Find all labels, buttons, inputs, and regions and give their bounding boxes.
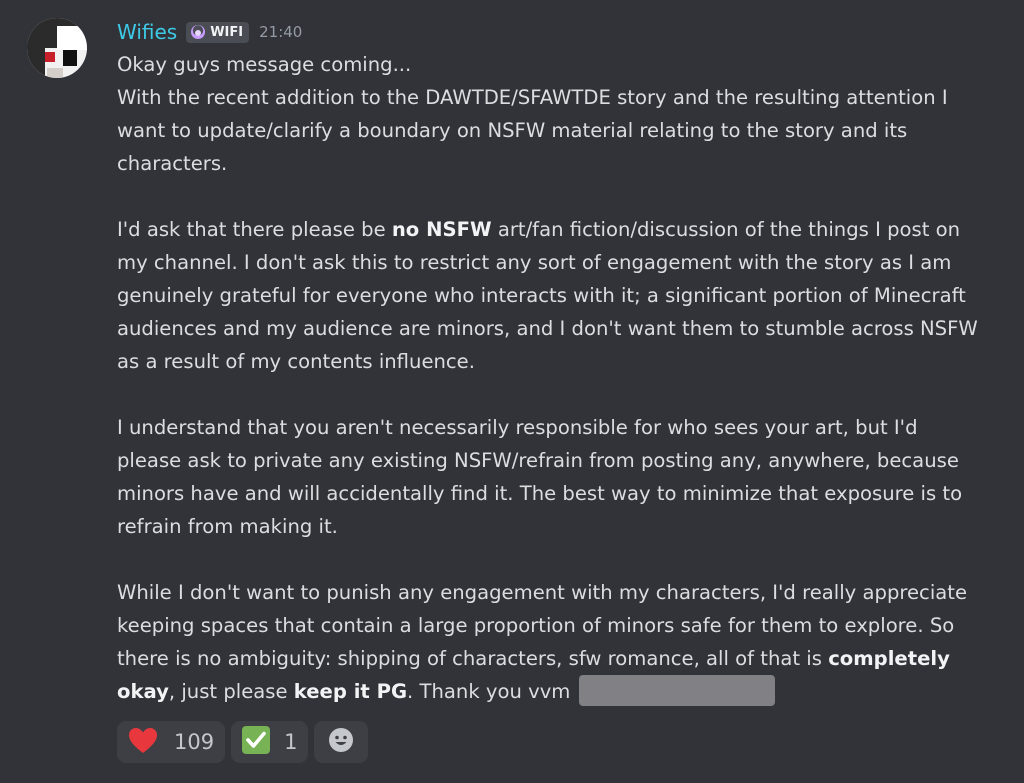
reaction-count: 109 (174, 730, 215, 754)
message-paragraph-4: While I don't want to punish any engagem… (117, 576, 987, 708)
reactions-bar: 109 1 (117, 721, 369, 763)
server-tag-label: WIFI (210, 24, 244, 40)
bold-text-keep-it-pg: keep it PG (293, 680, 408, 703)
message-paragraph-3: I understand that you aren't necessarily… (117, 416, 963, 538)
check-mark-icon (242, 726, 271, 758)
reaction-check-mark[interactable]: 1 (231, 721, 309, 763)
chat-message: Wifies WIFI 21:40 Okay guys message comi… (0, 0, 1024, 783)
avatar-eye-black (63, 50, 77, 66)
message-line-intro: Okay guys message coming... (117, 53, 412, 76)
message-timestamp[interactable]: 21:40 (259, 23, 302, 41)
moon-badge-icon (190, 24, 206, 40)
reaction-heart[interactable]: 109 (117, 721, 226, 763)
author-username[interactable]: Wifies (117, 20, 177, 44)
smiley-icon (328, 727, 354, 757)
avatar-eye-red (45, 52, 55, 62)
text-span: I'd ask that there please be (117, 218, 392, 241)
server-tag[interactable]: WIFI (186, 21, 250, 43)
heart-icon (128, 727, 158, 758)
avatar[interactable] (27, 18, 87, 78)
reaction-count: 1 (284, 730, 298, 754)
redacted-block (578, 675, 775, 706)
text-span: , just please (168, 680, 294, 703)
message-content: Okay guys message coming... With the rec… (117, 48, 987, 708)
bold-text-no-nsfw: no NSFW (391, 218, 492, 241)
avatar-hair-side (27, 42, 45, 78)
message-paragraph-1: With the recent addition to the DAWTDE/S… (117, 86, 948, 175)
message-header: Wifies WIFI 21:40 (117, 17, 302, 47)
text-span: art/fan fiction/discussion of the things… (117, 218, 978, 373)
text-span: . Thank you vvm (407, 680, 571, 703)
message-paragraph-2: I'd ask that there please be no NSFW art… (117, 213, 987, 378)
avatar-face (47, 68, 63, 78)
avatar-white-patch (57, 26, 87, 50)
add-reaction-button[interactable] (314, 721, 369, 763)
